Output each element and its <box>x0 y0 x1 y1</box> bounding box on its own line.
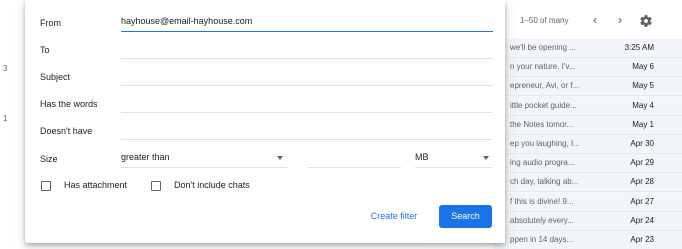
email-date: May 1 <box>632 119 654 129</box>
table-row[interactable]: absolutely every... Apr 24 <box>493 211 682 231</box>
to-label: To <box>40 45 50 55</box>
pagination-count: 1–50 of many <box>520 16 569 25</box>
email-snippet: we'll be opening ... <box>510 43 577 52</box>
email-date: Apr 23 <box>630 235 654 244</box>
size-unit-value: MB <box>415 152 429 162</box>
email-date: May 5 <box>632 81 654 91</box>
email-date: May 6 <box>632 62 654 72</box>
create-filter-button[interactable]: Create filter <box>363 206 425 226</box>
email-snippet: f this is divine! 9... <box>510 196 574 206</box>
email-snippet: epreneur, Avi, or f... <box>510 81 580 91</box>
email-date: May 4 <box>632 100 654 110</box>
size-operator-value: greater than <box>121 152 170 162</box>
left-number: 1 <box>3 114 8 123</box>
dont-include-chats-checkbox[interactable] <box>151 181 161 191</box>
email-snippet: ittle pocket guide... <box>510 100 577 110</box>
dont-include-chats-label: Don't include chats <box>174 180 250 190</box>
email-date: 3:25 AM <box>624 43 654 52</box>
has-words-label: Has the words <box>40 99 98 109</box>
gear-icon[interactable] <box>639 14 653 28</box>
inbox-list: 1–50 of many ‹ › we'll be opening ... 3:2… <box>493 0 682 249</box>
table-row[interactable]: the Notes tomor... May 1 <box>493 115 682 135</box>
email-snippet: ing audio progra... <box>510 158 575 168</box>
email-snippet: the Notes tomor... <box>510 119 574 129</box>
email-date: Apr 30 <box>630 139 654 148</box>
from-label: From <box>40 18 61 28</box>
size-label: Size <box>40 154 58 164</box>
subject-field[interactable] <box>121 68 493 86</box>
email-snippet: ep you laughing, I... <box>510 139 580 148</box>
size-value-field[interactable] <box>307 150 401 168</box>
doesnt-have-label: Doesn't have <box>40 126 93 136</box>
has-attachment-label: Has attachment <box>64 180 128 190</box>
subject-label: Subject <box>40 72 71 82</box>
email-snippet: absolutely every... <box>510 215 574 225</box>
left-number: 3 <box>3 64 8 73</box>
table-row[interactable]: ing audio progra... Apr 29 <box>493 154 682 174</box>
from-value: hayhouse@email-hayhouse.com <box>121 16 253 26</box>
inbox-toolbar: 1–50 of many ‹ › <box>493 0 682 38</box>
table-row[interactable]: ppen in 14 days... Apr 23 <box>493 231 682 249</box>
chevron-down-icon <box>277 156 283 160</box>
size-unit-select[interactable]: MB <box>415 150 493 168</box>
from-field[interactable]: hayhouse@email-hayhouse.com <box>121 14 493 32</box>
left-gutter: 3 1 <box>0 0 26 249</box>
size-operator-select[interactable]: greater than <box>121 150 287 168</box>
table-row[interactable]: we'll be opening ... 3:25 AM <box>493 39 682 58</box>
email-snippet: ch day, talking ab... <box>510 177 579 187</box>
search-filter-dialog: From hayhouse@email-hayhouse.com To Subj… <box>25 0 505 243</box>
email-snippet: n your nature. I'v... <box>510 62 576 72</box>
email-date: Apr 28 <box>630 177 654 187</box>
table-row[interactable]: n your nature. I'v... May 6 <box>493 58 682 78</box>
to-field[interactable] <box>121 41 493 59</box>
doesnt-have-field[interactable] <box>121 122 493 140</box>
email-date: Apr 27 <box>630 196 654 206</box>
prev-page-icon[interactable]: ‹ <box>587 11 603 29</box>
email-date: Apr 29 <box>630 158 654 168</box>
table-row[interactable]: ittle pocket guide... May 4 <box>493 96 682 116</box>
email-date: Apr 24 <box>630 215 654 225</box>
table-row[interactable]: ch day, talking ab... Apr 28 <box>493 173 682 193</box>
chevron-down-icon <box>483 156 489 160</box>
has-attachment-checkbox[interactable] <box>41 181 51 191</box>
search-button[interactable]: Search <box>439 205 492 228</box>
table-row[interactable]: f this is divine! 9... Apr 27 <box>493 192 682 212</box>
email-snippet: ppen in 14 days... <box>510 235 574 244</box>
table-row[interactable]: ep you laughing, I... Apr 30 <box>493 135 682 154</box>
table-row[interactable]: epreneur, Avi, or f... May 5 <box>493 77 682 97</box>
has-words-field[interactable] <box>121 95 493 113</box>
next-page-icon[interactable]: › <box>612 11 628 29</box>
